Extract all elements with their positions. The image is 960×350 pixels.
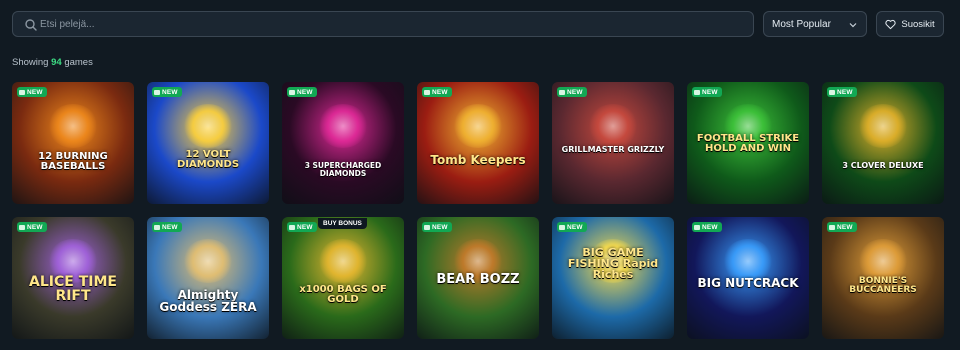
game-title: BEAR BOZZ	[436, 272, 520, 287]
game-title: BONNIE'S BUCCANEERS	[849, 276, 917, 295]
game-art-emblem	[183, 239, 233, 283]
game-tile[interactable]: ALICE TIME RIFT NEW	[12, 217, 134, 339]
game-title: FOOTBALL STRIKE HOLD AND WIN	[696, 133, 800, 154]
new-badge: NEW	[827, 87, 857, 97]
game-title: x1000 BAGS OF GOLD	[299, 284, 387, 305]
game-art-emblem	[318, 104, 368, 148]
badge-icon	[424, 224, 430, 230]
new-badge: NEW	[287, 222, 317, 232]
game-tile[interactable]: BIG GAME FISHING Rapid Riches NEW	[552, 217, 674, 339]
new-badge: NEW	[152, 222, 182, 232]
badge-icon	[829, 224, 835, 230]
new-badge: NEW	[152, 87, 182, 97]
game-tile[interactable]: 3 SUPERCHARGED DIAMONDS NEW	[282, 82, 404, 204]
game-title: ALICE TIME RIFT	[29, 274, 117, 304]
game-tile[interactable]: 12 VOLT DIAMONDS NEW	[147, 82, 269, 204]
results-number: 94	[51, 57, 62, 68]
game-title: 12 VOLT DIAMONDS	[176, 149, 240, 170]
new-badge-label: NEW	[837, 223, 853, 231]
game-tile[interactable]: BIG NUTCRACK NEW	[687, 217, 809, 339]
search-icon	[25, 19, 37, 31]
new-badge: NEW	[422, 87, 452, 97]
new-badge-label: NEW	[162, 88, 178, 96]
new-badge: NEW	[692, 87, 722, 97]
badge-icon	[19, 89, 25, 95]
game-art-emblem	[588, 104, 638, 148]
favorites-button[interactable]: Suosikit	[876, 11, 944, 37]
badge-icon	[559, 89, 565, 95]
badge-icon	[694, 224, 700, 230]
favorites-label: Suosikit	[901, 18, 935, 30]
game-tile[interactable]: FOOTBALL STRIKE HOLD AND WIN NEW	[687, 82, 809, 204]
new-badge: NEW	[17, 87, 47, 97]
new-badge-label: NEW	[297, 223, 313, 231]
top-toolbar: Most Popular Suosikit	[12, 11, 944, 37]
new-badge-label: NEW	[567, 223, 583, 231]
game-title: BIG GAME FISHING Rapid Riches	[567, 246, 659, 281]
game-title: BIG NUTCRACK	[697, 276, 799, 290]
new-badge-label: NEW	[162, 223, 178, 231]
game-tile[interactable]: BEAR BOZZ NEW	[417, 217, 539, 339]
new-badge: NEW	[557, 87, 587, 97]
results-prefix: Showing	[12, 57, 49, 68]
search-box[interactable]	[12, 11, 754, 37]
game-art-emblem	[48, 104, 98, 148]
results-count: Showing 94 games	[12, 57, 93, 68]
new-badge: NEW	[827, 222, 857, 232]
new-badge-label: NEW	[702, 223, 718, 231]
game-art-emblem	[318, 239, 368, 283]
badge-icon	[289, 224, 295, 230]
new-badge-label: NEW	[27, 223, 43, 231]
game-tile[interactable]: GRILLMASTER GRIZZLY NEW	[552, 82, 674, 204]
new-badge-label: NEW	[432, 223, 448, 231]
new-badge-label: NEW	[702, 88, 718, 96]
badge-icon	[559, 224, 565, 230]
new-badge: NEW	[287, 87, 317, 97]
game-tile[interactable]: Tomb Keepers NEW	[417, 82, 539, 204]
badge-icon	[424, 89, 430, 95]
badge-icon	[154, 89, 160, 95]
new-badge-label: NEW	[567, 88, 583, 96]
game-art-emblem	[183, 104, 233, 148]
game-art-emblem	[453, 104, 503, 148]
new-badge-label: NEW	[27, 88, 43, 96]
new-badge: NEW	[692, 222, 722, 232]
search-input[interactable]	[40, 14, 740, 34]
badge-icon	[694, 89, 700, 95]
new-badge: NEW	[422, 222, 452, 232]
new-badge-label: NEW	[432, 88, 448, 96]
buy-bonus-badge: BUY BONUS	[318, 218, 367, 229]
game-art-emblem	[858, 104, 908, 148]
badge-icon	[829, 89, 835, 95]
game-tile[interactable]: BONNIE'S BUCCANEERS NEW	[822, 217, 944, 339]
game-tile[interactable]: Almighty Goddess ZERA NEW	[147, 217, 269, 339]
sort-select[interactable]: Most Popular	[763, 11, 867, 37]
game-tile[interactable]: 12 BURNING BASEBALLS NEW	[12, 82, 134, 204]
game-title: 3 SUPERCHARGED DIAMONDS	[304, 161, 382, 178]
badge-icon	[19, 224, 25, 230]
new-badge-label: NEW	[837, 88, 853, 96]
new-badge-label: NEW	[297, 88, 313, 96]
game-title: 12 BURNING BASEBALLS	[38, 151, 108, 172]
game-title: GRILLMASTER GRIZZLY	[561, 145, 665, 154]
results-suffix: games	[64, 57, 93, 68]
game-tile[interactable]: 3 CLOVER DELUXE NEW	[822, 82, 944, 204]
game-title: Tomb Keepers	[430, 153, 526, 167]
game-tile[interactable]: x1000 BAGS OF GOLD NEW BUY BONUS	[282, 217, 404, 339]
new-badge: NEW	[17, 222, 47, 232]
game-title: 3 CLOVER DELUXE	[842, 161, 924, 170]
heart-icon	[885, 19, 896, 29]
badge-icon	[289, 89, 295, 95]
badge-icon	[154, 224, 160, 230]
chevron-down-icon	[849, 23, 857, 28]
sort-selected-label: Most Popular	[772, 18, 831, 30]
new-badge: NEW	[557, 222, 587, 232]
game-title: Almighty Goddess ZERA	[159, 288, 257, 314]
